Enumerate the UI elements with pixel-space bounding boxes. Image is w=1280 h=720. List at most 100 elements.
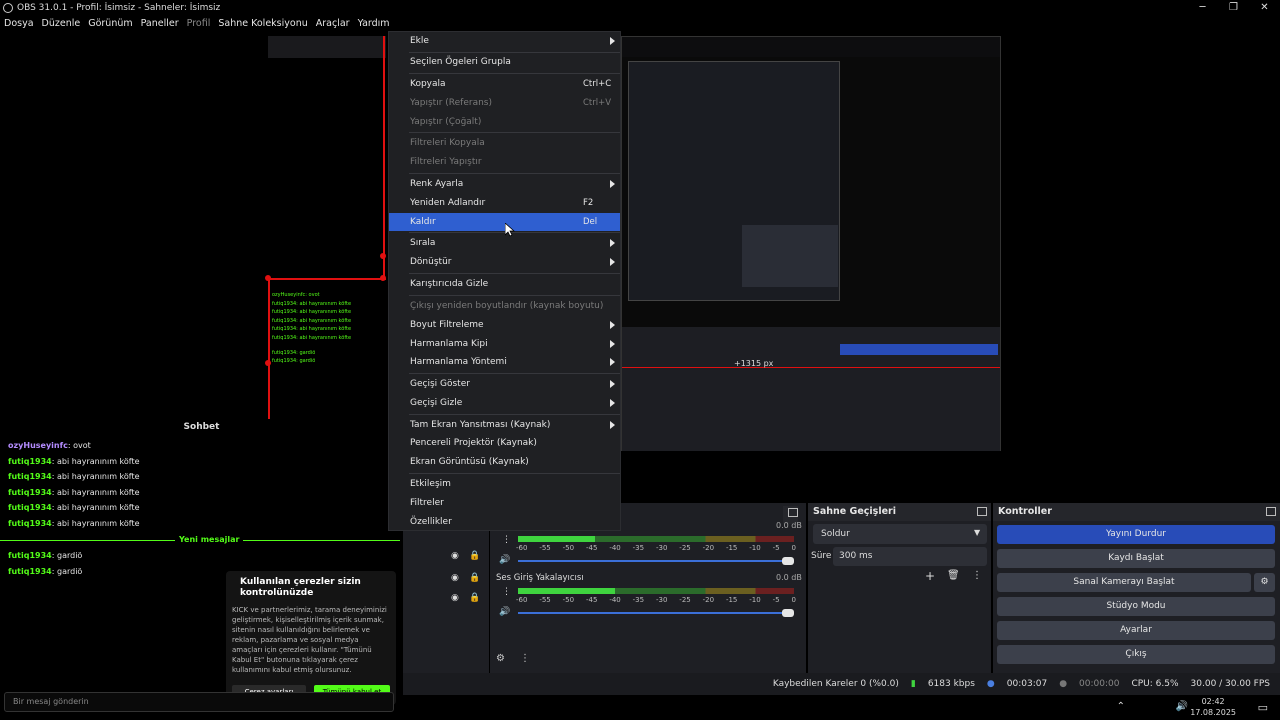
chat-input[interactable]: Bir mesaj gönderin bbox=[4, 692, 394, 712]
menu-profile[interactable]: Profil bbox=[183, 18, 215, 29]
obs-logo-icon bbox=[3, 2, 13, 13]
selection-border-right bbox=[383, 36, 385, 279]
menu-scene-collection[interactable]: Sahne Koleksiyonu bbox=[214, 18, 311, 29]
selection-handle[interactable] bbox=[265, 275, 271, 281]
trash-icon[interactable]: 🗑 bbox=[947, 570, 960, 581]
menu-item-filters[interactable]: Filtreler bbox=[389, 494, 620, 512]
menu-item-paste-ref[interactable]: Yapıştır (Referans) Ctrl+V bbox=[389, 94, 620, 112]
menu-help[interactable]: Yardım bbox=[354, 18, 394, 29]
menu-item-scale-filtering[interactable]: Boyut Filtreleme bbox=[389, 316, 620, 334]
taskbar-clock[interactable]: 02:42 17.08.2025 bbox=[1190, 696, 1236, 718]
tray-chevron-icon[interactable]: ⌃ bbox=[1117, 701, 1125, 712]
kebab-icon[interactable]: ⋮ bbox=[520, 653, 530, 664]
menu-item-paste-filters[interactable]: Filtreleri Yapıştır bbox=[389, 153, 620, 171]
volume-meter bbox=[518, 536, 794, 542]
add-icon[interactable]: + bbox=[925, 569, 935, 583]
lock-icon[interactable]: 🔒 bbox=[469, 573, 480, 583]
meter-scale: -60 -55 -50 -45 -40 -35 -30 -25 -20 -15 -10 -5 0 bbox=[516, 544, 796, 552]
menu-item-copy[interactable]: Kopyala Ctrl+C bbox=[389, 75, 620, 93]
speaker-icon[interactable]: 🔊 bbox=[499, 555, 510, 565]
chevron-right-icon bbox=[610, 239, 615, 247]
menu-item-transform[interactable]: Dönüştür bbox=[389, 253, 620, 271]
chat-message: ozyHuseyinfc: ovot bbox=[8, 441, 91, 450]
kebab-icon[interactable]: ⋮ bbox=[502, 587, 511, 597]
menu-item-fullscreen-projector[interactable]: Tam Ekran Yansıtması (Kaynak) bbox=[389, 416, 620, 434]
gear-icon[interactable]: ⚙ bbox=[1254, 573, 1275, 592]
nested-preview-left: ozyHuseyinfc: ovot futiq1934: abi hayran… bbox=[268, 36, 386, 419]
chat-panel: Sohbet ozyHuseyinfc: ovot futiq1934: abi… bbox=[0, 419, 403, 720]
menu-item-copy-filters[interactable]: Filtreleri Kopyala bbox=[389, 134, 620, 152]
selection-handle[interactable] bbox=[380, 275, 386, 281]
menu-docks[interactable]: Paneller bbox=[137, 18, 183, 29]
notification-icon[interactable]: ▭ bbox=[1258, 701, 1268, 714]
kebab-icon[interactable]: ⋮ bbox=[972, 570, 982, 581]
menu-item-blend-method[interactable]: Harmanlama Yöntemi bbox=[389, 353, 620, 371]
selection-handle[interactable] bbox=[265, 360, 271, 366]
transition-select[interactable]: Soldur bbox=[813, 524, 987, 544]
popout-icon[interactable] bbox=[1266, 507, 1276, 516]
menu-item-windowed-projector[interactable]: Pencereli Projektör (Kaynak) bbox=[389, 434, 620, 452]
popout-icon[interactable] bbox=[977, 507, 987, 516]
chevron-right-icon bbox=[610, 358, 615, 366]
volume-icon[interactable]: 🔊 bbox=[1176, 701, 1188, 712]
menu-item-group[interactable]: Seçilen Ögeleri Grupla bbox=[389, 53, 620, 71]
speaker-icon[interactable]: 🔊 bbox=[499, 607, 510, 617]
menu-tools[interactable]: Araçlar bbox=[312, 18, 354, 29]
start-recording-button[interactable]: Kaydı Başlat bbox=[997, 549, 1275, 568]
menu-item-resize-output[interactable]: Çıkışı yeniden boyutlandır (kaynak boyut… bbox=[389, 297, 620, 315]
meter-level bbox=[518, 536, 596, 542]
eye-icon[interactable]: ◉ bbox=[451, 551, 459, 561]
lock-icon[interactable]: 🔒 bbox=[469, 593, 480, 603]
meter-scale: -60 -55 -50 -45 -40 -35 -30 -25 -20 -15 -10 -5 0 bbox=[516, 596, 796, 604]
menu-item-blend-mode[interactable]: Harmanlama Kipi bbox=[389, 335, 620, 353]
gear-icon[interactable]: ⚙ bbox=[496, 653, 505, 664]
menu-bar: Dosya Düzenle Görünüm Paneller Profil Sa… bbox=[0, 15, 394, 32]
menu-item-show-transition[interactable]: Geçişi Göster bbox=[389, 375, 620, 393]
popout-icon[interactable] bbox=[788, 508, 798, 517]
menu-item-add[interactable]: Ekle bbox=[389, 32, 620, 50]
volume-slider[interactable] bbox=[518, 557, 794, 565]
kebab-icon[interactable]: ⋮ bbox=[502, 535, 511, 545]
record-icon: ● bbox=[1059, 679, 1068, 689]
volume-meter bbox=[518, 588, 794, 594]
menu-item-hide-in-mixer[interactable]: Karıştırıcıda Gizle bbox=[389, 275, 620, 293]
studio-mode-button[interactable]: Stüdyo Modu bbox=[997, 597, 1275, 616]
menu-item-set-color[interactable]: Renk Ayarla bbox=[389, 175, 620, 193]
maximize-button[interactable]: ❐ bbox=[1218, 0, 1249, 15]
slider-knob[interactable] bbox=[782, 557, 794, 565]
chevron-right-icon bbox=[610, 37, 615, 45]
stop-stream-button[interactable]: Yayını Durdur bbox=[997, 525, 1275, 544]
start-virtual-camera-button[interactable]: Sanal Kamerayı Başlat bbox=[997, 573, 1251, 592]
dropped-frames: Kaybedilen Kareler 0 (%0.0) bbox=[772, 679, 899, 689]
exit-button[interactable]: Çıkış bbox=[997, 645, 1275, 664]
nested-size-label: +1315 px bbox=[734, 359, 774, 368]
menu-file[interactable]: Dosya bbox=[0, 18, 38, 29]
chat-message: futiq1934: abi hayranınım köfte bbox=[8, 472, 140, 481]
meter-level bbox=[518, 588, 615, 594]
menu-item-properties[interactable]: Özellikler bbox=[389, 513, 620, 531]
close-button[interactable]: ✕ bbox=[1249, 0, 1280, 15]
eye-icon[interactable]: ◉ bbox=[451, 593, 459, 603]
preview-canvas[interactable]: ozyHuseyinfc: ovot futiq1934: abi hayran… bbox=[0, 32, 1280, 451]
nested-preview-right: +1315 px bbox=[621, 36, 1001, 451]
menu-item-interact[interactable]: Etkileşim bbox=[389, 475, 620, 493]
cookie-banner: Kullanılan çerezler sizin kontrolünüzde … bbox=[226, 571, 396, 705]
minimize-button[interactable]: ─ bbox=[1187, 0, 1218, 15]
slider-knob[interactable] bbox=[782, 609, 794, 617]
menu-view[interactable]: Görünüm bbox=[84, 18, 136, 29]
menu-item-hide-transition[interactable]: Geçişi Gizle bbox=[389, 394, 620, 412]
cookie-body: KICK ve partnerlerimiz, tarama deneyimin… bbox=[232, 606, 387, 674]
chevron-right-icon bbox=[610, 180, 615, 188]
menu-item-rename[interactable]: Yeniden Adlandır F2 bbox=[389, 194, 620, 212]
selection-handle[interactable] bbox=[380, 253, 386, 259]
menu-item-paste-dup[interactable]: Yapıştır (Çoğalt) bbox=[389, 113, 620, 131]
lock-icon[interactable]: 🔒 bbox=[469, 551, 480, 561]
volume-slider[interactable] bbox=[518, 609, 794, 617]
selection-border-left bbox=[268, 278, 270, 419]
duration-spinbox[interactable]: 300 ms bbox=[833, 547, 987, 566]
menu-item-screenshot[interactable]: Ekran Görüntüsü (Kaynak) bbox=[389, 453, 620, 471]
eye-icon[interactable]: ◉ bbox=[451, 573, 459, 583]
mouse-cursor-icon bbox=[505, 223, 515, 237]
menu-edit[interactable]: Düzenle bbox=[38, 18, 85, 29]
settings-button[interactable]: Ayarlar bbox=[997, 621, 1275, 640]
